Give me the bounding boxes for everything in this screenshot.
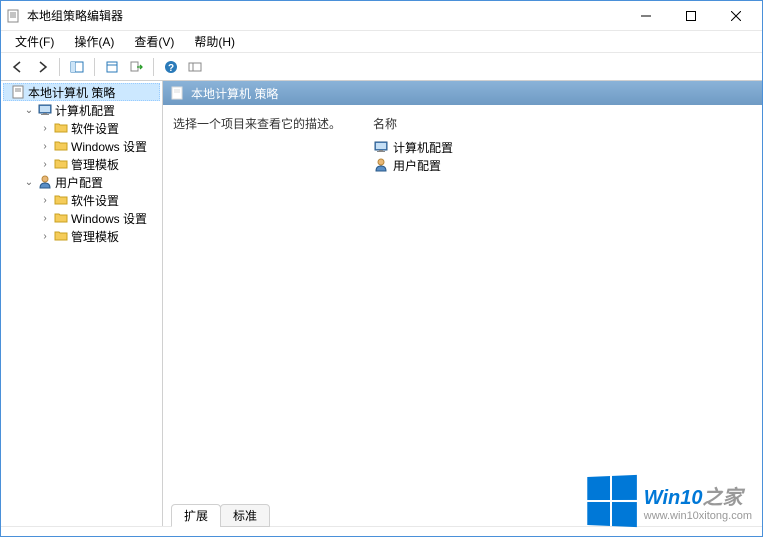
tree-software-settings[interactable]: › 软件设置 — [35, 119, 160, 137]
statusbar — [1, 526, 762, 536]
tree-computer-config[interactable]: ⌄ 计算机配置 — [19, 101, 160, 119]
content-area: 本地计算机 策略 ⌄ 计算机配置 › 软件设置 — [1, 81, 762, 526]
list-item-label: 用户配置 — [393, 157, 441, 174]
name-column-header: 名称 — [373, 115, 752, 132]
filter-button[interactable] — [184, 56, 206, 78]
tab-extended[interactable]: 扩展 — [171, 504, 221, 527]
menu-file[interactable]: 文件(F) — [5, 31, 64, 52]
tree-admin-templates[interactable]: › 管理模板 — [35, 227, 160, 245]
folder-icon — [53, 192, 69, 208]
menu-view[interactable]: 查看(V) — [124, 31, 184, 52]
tree-windows-settings[interactable]: › Windows 设置 — [35, 209, 160, 227]
expand-icon[interactable]: › — [39, 195, 51, 206]
folder-icon — [53, 210, 69, 226]
details-header: 本地计算机 策略 — [163, 81, 762, 105]
expand-icon[interactable]: › — [39, 123, 51, 134]
properties-button[interactable] — [101, 56, 123, 78]
tree-label: 管理模板 — [71, 228, 119, 245]
tree-label: 用户配置 — [55, 174, 103, 191]
folder-icon — [53, 138, 69, 154]
computer-icon — [37, 102, 53, 118]
tree-label: 软件设置 — [71, 192, 119, 209]
collapse-icon[interactable]: ⌄ — [23, 105, 35, 116]
help-button[interactable]: ? — [160, 56, 182, 78]
description-column: 选择一个项目来查看它的描述。 — [173, 115, 373, 494]
tree-label: 管理模板 — [71, 156, 119, 173]
expand-icon[interactable]: › — [39, 141, 51, 152]
maximize-button[interactable] — [668, 2, 713, 30]
main-window: 本地组策略编辑器 文件(F) 操作(A) 查看(V) 帮助(H) — [0, 0, 763, 537]
watermark-brand: Win10之家 — [644, 481, 752, 510]
toolbar-separator — [94, 58, 95, 76]
tree-panel[interactable]: 本地计算机 策略 ⌄ 计算机配置 › 软件设置 — [1, 81, 163, 526]
app-icon — [5, 8, 21, 24]
watermark-text: Win10之家 www.win10xitong.com — [644, 481, 752, 522]
folder-icon — [53, 156, 69, 172]
folder-icon — [53, 228, 69, 244]
user-icon — [37, 174, 53, 190]
toolbar-separator — [59, 58, 60, 76]
tree-label: Windows 设置 — [71, 210, 147, 227]
back-button[interactable] — [7, 56, 29, 78]
expand-icon[interactable]: › — [39, 231, 51, 242]
tree-windows-settings[interactable]: › Windows 设置 — [35, 137, 160, 155]
computer-icon — [373, 139, 389, 155]
watermark: Win10之家 www.win10xitong.com — [586, 476, 752, 526]
show-hide-tree-button[interactable] — [66, 56, 88, 78]
list-item-computer-config[interactable]: 计算机配置 — [373, 138, 752, 156]
folder-icon — [53, 120, 69, 136]
description-text: 选择一个项目来查看它的描述。 — [173, 115, 373, 132]
tree-root[interactable]: 本地计算机 策略 — [3, 83, 160, 101]
menu-action[interactable]: 操作(A) — [64, 31, 124, 52]
details-panel: 本地计算机 策略 选择一个项目来查看它的描述。 名称 计算机配置 — [163, 81, 762, 526]
windows-logo-icon — [587, 475, 637, 527]
tree-admin-templates[interactable]: › 管理模板 — [35, 155, 160, 173]
menubar: 文件(F) 操作(A) 查看(V) 帮助(H) — [1, 31, 762, 53]
tree-label: 本地计算机 策略 — [28, 84, 115, 101]
collapse-icon[interactable]: ⌄ — [23, 177, 35, 188]
toolbar: ? — [1, 53, 762, 81]
tree-label: 计算机配置 — [55, 102, 115, 119]
policy-icon — [169, 85, 185, 101]
menu-help[interactable]: 帮助(H) — [184, 31, 245, 52]
policy-icon — [10, 84, 26, 100]
details-title: 本地计算机 策略 — [191, 85, 278, 102]
window-controls — [623, 2, 758, 30]
list-item-user-config[interactable]: 用户配置 — [373, 156, 752, 174]
tree-label: Windows 设置 — [71, 138, 147, 155]
expand-icon[interactable]: › — [39, 213, 51, 224]
tab-standard[interactable]: 标准 — [220, 504, 270, 527]
export-button[interactable] — [125, 56, 147, 78]
watermark-url: www.win10xitong.com — [644, 510, 752, 522]
tree-user-config[interactable]: ⌄ 用户配置 — [19, 173, 160, 191]
tree-software-settings[interactable]: › 软件设置 — [35, 191, 160, 209]
tree-label: 软件设置 — [71, 120, 119, 137]
forward-button[interactable] — [31, 56, 53, 78]
details-body: 选择一个项目来查看它的描述。 名称 计算机配置 用户配置 — [163, 105, 762, 504]
titlebar: 本地组策略编辑器 — [1, 1, 762, 31]
list-item-label: 计算机配置 — [393, 139, 453, 156]
svg-text:?: ? — [168, 63, 174, 74]
expand-icon[interactable]: › — [39, 159, 51, 170]
user-icon — [373, 157, 389, 173]
name-column: 名称 计算机配置 用户配置 — [373, 115, 752, 494]
toolbar-separator — [153, 58, 154, 76]
close-button[interactable] — [713, 2, 758, 30]
window-title: 本地组策略编辑器 — [27, 7, 623, 24]
minimize-button[interactable] — [623, 2, 668, 30]
